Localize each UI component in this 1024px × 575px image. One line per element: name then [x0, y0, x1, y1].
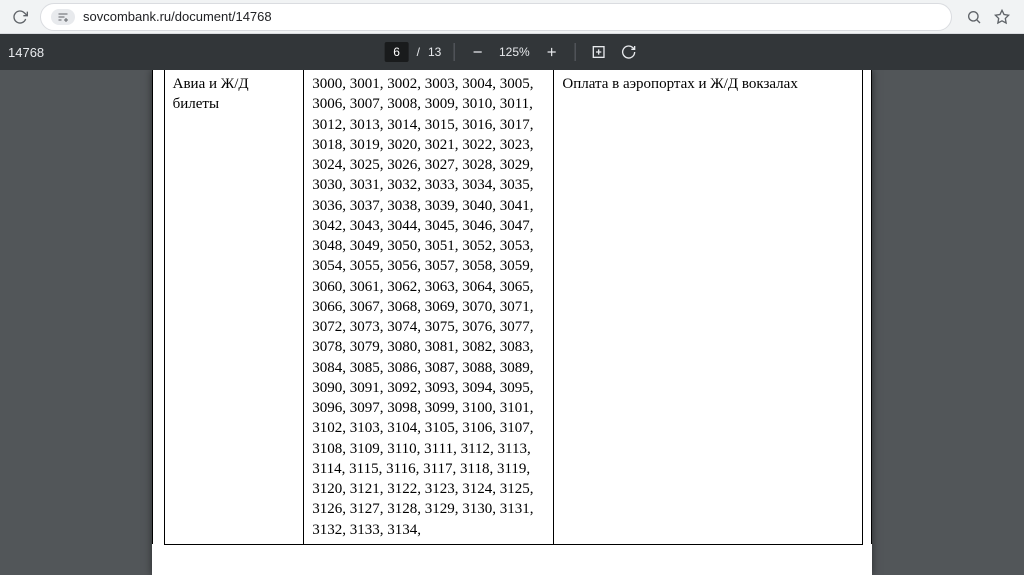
fit-page-icon	[590, 44, 606, 60]
fit-page-button[interactable]	[587, 41, 609, 63]
page-total: 13	[428, 45, 441, 59]
description-cell: Оплата в аэропортах и Ж/Д вокзалах	[554, 70, 862, 544]
bookmark-star-icon[interactable]	[992, 7, 1012, 27]
address-bar[interactable]: sovcombank.ru/document/14768	[40, 3, 952, 31]
table-row: Авиа и Ж/Д билеты 3000, 3001, 3002, 3003…	[153, 70, 872, 544]
pdf-document-title: 14768	[8, 45, 44, 60]
rotate-icon	[620, 44, 636, 60]
url-text: sovcombank.ru/document/14768	[83, 9, 941, 24]
category-cell: Авиа и Ж/Д билеты	[164, 70, 304, 544]
toolbar-divider	[574, 43, 575, 61]
tune-icon	[57, 11, 69, 23]
rotate-button[interactable]	[617, 41, 639, 63]
zoom-level-label: 125%	[496, 45, 532, 59]
reload-button[interactable]	[6, 3, 34, 31]
minus-icon	[470, 45, 484, 59]
toolbar-divider	[453, 43, 454, 61]
zoom-out-button[interactable]	[466, 41, 488, 63]
browser-chrome-bar: sovcombank.ru/document/14768	[0, 0, 1024, 34]
plus-icon	[544, 45, 558, 59]
reload-icon	[12, 9, 28, 25]
pdf-toolbar: 14768 / 13 125%	[0, 34, 1024, 70]
codes-cell: 3000, 3001, 3002, 3003, 3004, 3005, 3006…	[304, 70, 554, 544]
chrome-right-controls	[958, 7, 1018, 27]
page-number-input[interactable]	[385, 42, 409, 62]
pdf-toolbar-center: / 13 125%	[385, 41, 640, 63]
zoom-lens-icon[interactable]	[964, 7, 984, 27]
table-margin-right	[862, 70, 871, 544]
page-separator: /	[417, 45, 420, 59]
pdf-viewport[interactable]: Авиа и Ж/Д билеты 3000, 3001, 3002, 3003…	[0, 70, 1024, 575]
site-settings-chip[interactable]	[51, 9, 75, 25]
mcc-codes-table: Авиа и Ж/Д билеты 3000, 3001, 3002, 3003…	[152, 70, 872, 545]
zoom-in-button[interactable]	[540, 41, 562, 63]
table-margin-left	[153, 70, 165, 544]
pdf-page: Авиа и Ж/Д билеты 3000, 3001, 3002, 3003…	[152, 70, 872, 575]
